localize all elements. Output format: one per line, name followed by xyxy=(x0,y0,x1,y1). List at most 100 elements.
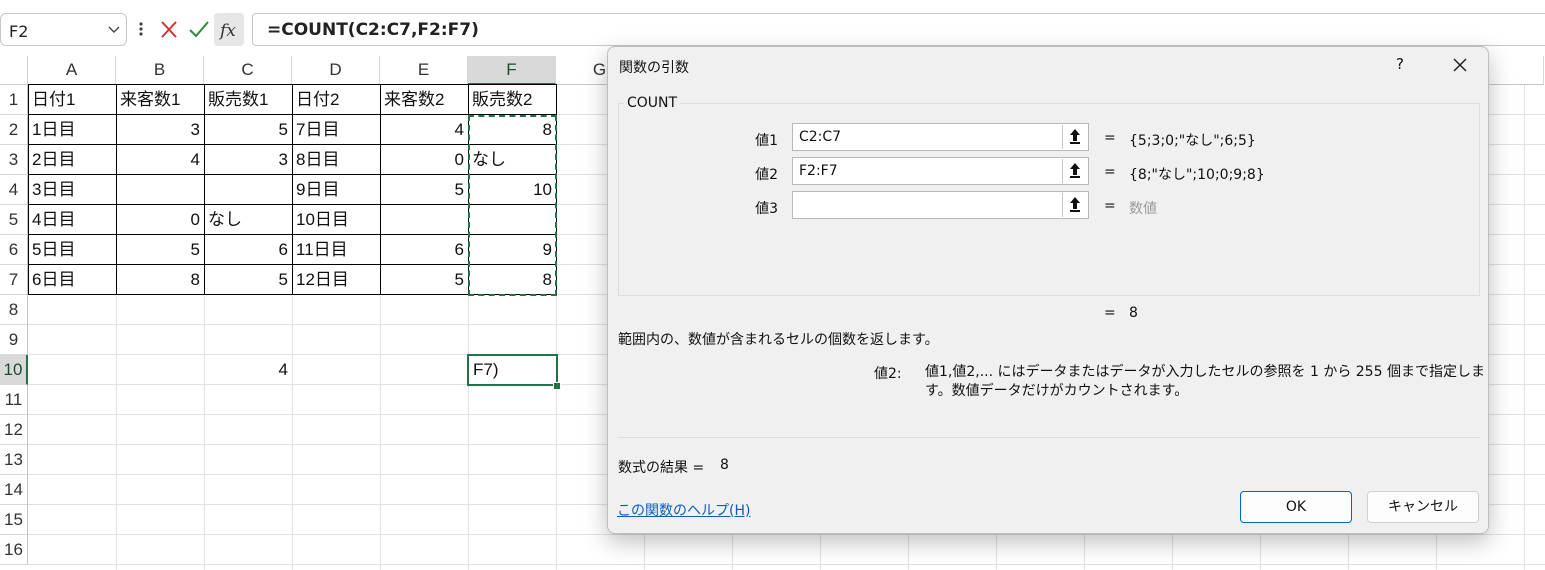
cell-a3[interactable]: 2日目 xyxy=(28,145,116,175)
row-header-1[interactable]: 1 xyxy=(0,85,28,115)
arg3-input[interactable] xyxy=(792,191,1089,219)
close-icon[interactable] xyxy=(1448,53,1472,77)
cell-c2[interactable]: 5 xyxy=(204,115,292,145)
row-header-14[interactable]: 14 xyxy=(0,475,28,505)
cell-b3[interactable]: 4 xyxy=(116,145,204,175)
cell-c1[interactable]: 販売数1 xyxy=(204,85,292,115)
cancel-entry-icon[interactable] xyxy=(154,13,184,46)
gridline xyxy=(28,534,1545,535)
cell-d2[interactable]: 7日目 xyxy=(292,115,380,145)
cell-d7[interactable]: 12日目 xyxy=(292,265,380,295)
arg2-input[interactable]: F2:F7 xyxy=(792,157,1089,185)
cell-d5[interactable]: 10日目 xyxy=(292,205,380,235)
cell-e1[interactable]: 来客数2 xyxy=(380,85,468,115)
divider xyxy=(618,437,1480,438)
cell-f5[interactable] xyxy=(468,205,556,235)
column-header-a[interactable]: A xyxy=(28,56,116,85)
chevron-down-icon[interactable] xyxy=(106,20,122,38)
row-header-13[interactable]: 13 xyxy=(0,445,28,475)
cell-e4[interactable]: 5 xyxy=(380,175,468,205)
cell-f1[interactable]: 販売数2 xyxy=(468,85,556,115)
arg3-collapse-button[interactable] xyxy=(1062,193,1087,217)
insert-function-button[interactable]: fx xyxy=(214,13,244,46)
cell-e7[interactable]: 5 xyxy=(380,265,468,295)
arg2-value: F2:F7 xyxy=(799,163,838,179)
arg2-equals: = xyxy=(1104,164,1116,180)
row-header-9[interactable]: 9 xyxy=(0,325,28,355)
row-header-15[interactable]: 15 xyxy=(0,505,28,535)
enter-check-icon[interactable] xyxy=(184,13,214,46)
column-header-b[interactable]: B xyxy=(116,56,204,85)
column-header-f[interactable]: F xyxy=(468,56,556,85)
row-header-7[interactable]: 7 xyxy=(0,265,28,295)
help-button[interactable]: ? xyxy=(1396,55,1404,73)
row-header-5[interactable]: 5 xyxy=(0,205,28,235)
arg1-collapse-button[interactable] xyxy=(1062,125,1087,149)
row-header-2[interactable]: 2 xyxy=(0,115,28,145)
row-header-6[interactable]: 6 xyxy=(0,235,28,265)
cell-d6[interactable]: 11日目 xyxy=(292,235,380,265)
row-header-16[interactable]: 16 xyxy=(0,535,28,565)
cell-e5[interactable] xyxy=(380,205,468,235)
cell-f4[interactable]: 10 xyxy=(468,175,556,205)
formula-bar: F2 fx =COUNT(C2:C7,F2:F7) xyxy=(0,0,1545,48)
table-border xyxy=(28,264,557,265)
fx-icon: fx xyxy=(218,21,236,41)
cell-c7[interactable]: 5 xyxy=(204,265,292,295)
function-help-link[interactable]: この関数のヘルプ(H) xyxy=(617,500,750,520)
cell-e2[interactable]: 4 xyxy=(380,115,468,145)
cell-e6[interactable]: 6 xyxy=(380,235,468,265)
row-header-11[interactable]: 11 xyxy=(0,385,28,415)
name-box[interactable]: F2 xyxy=(0,13,127,46)
cell-f7[interactable]: 8 xyxy=(468,265,556,295)
cell-c10[interactable]: 4 xyxy=(204,355,292,385)
cell-b4[interactable] xyxy=(116,175,204,205)
cell-c5[interactable]: なし xyxy=(204,205,292,235)
cell-b2[interactable]: 3 xyxy=(116,115,204,145)
row-header-10[interactable]: 10 xyxy=(0,355,28,385)
column-header-c[interactable]: C xyxy=(204,56,292,85)
row-header-3[interactable]: 3 xyxy=(0,145,28,175)
cell-b1[interactable]: 来客数1 xyxy=(116,85,204,115)
collapse-dialog-icon xyxy=(1070,163,1080,178)
cell-a5[interactable]: 4日目 xyxy=(28,205,116,235)
more-options-icon[interactable] xyxy=(136,16,146,42)
row-header-8[interactable]: 8 xyxy=(0,295,28,325)
arg2-label: 値2 xyxy=(755,167,778,183)
cell-d3[interactable]: 8日目 xyxy=(292,145,380,175)
cell-a2[interactable]: 1日目 xyxy=(28,115,116,145)
cell-a7[interactable]: 6日目 xyxy=(28,265,116,295)
formula-input[interactable]: =COUNT(C2:C7,F2:F7) xyxy=(252,13,1545,46)
cell-a6[interactable]: 5日目 xyxy=(28,235,116,265)
select-all-corner[interactable] xyxy=(0,56,28,85)
arg3-equals: = xyxy=(1104,198,1116,214)
cell-f3[interactable]: なし xyxy=(468,145,556,175)
arg1-input[interactable]: C2:C7 xyxy=(792,123,1089,151)
row-header-12[interactable]: 12 xyxy=(0,415,28,445)
gridline xyxy=(28,564,1545,565)
cell-e3[interactable]: 0 xyxy=(380,145,468,175)
cell-b7[interactable]: 8 xyxy=(116,265,204,295)
fill-handle[interactable] xyxy=(553,382,561,390)
column-header-e[interactable]: E xyxy=(380,56,468,85)
column-header-d[interactable]: D xyxy=(292,56,380,85)
cell-a4[interactable]: 3日目 xyxy=(28,175,116,205)
cell-f2[interactable]: 8 xyxy=(468,115,556,145)
cell-f6[interactable]: 9 xyxy=(468,235,556,265)
cell-b6[interactable]: 5 xyxy=(116,235,204,265)
active-cell-f10[interactable]: F7) xyxy=(467,354,558,386)
cell-c3[interactable]: 3 xyxy=(204,145,292,175)
cell-a1[interactable]: 日付1 xyxy=(28,85,116,115)
cell-c4[interactable] xyxy=(204,175,292,205)
function-description: 範囲内の、数値が含まれるセルの個数を返します。 xyxy=(618,332,939,348)
row-header-4[interactable]: 4 xyxy=(0,175,28,205)
arg2-collapse-button[interactable] xyxy=(1062,159,1087,183)
cell-d1[interactable]: 日付2 xyxy=(292,85,380,115)
arg1-result: {5;3;0;"なし";6;5} xyxy=(1129,133,1256,149)
cancel-button[interactable]: キャンセル xyxy=(1367,491,1479,523)
cell-b5[interactable]: 0 xyxy=(116,205,204,235)
table-border xyxy=(28,174,557,175)
ok-button[interactable]: OK xyxy=(1240,491,1352,523)
cell-c6[interactable]: 6 xyxy=(204,235,292,265)
cell-d4[interactable]: 9日目 xyxy=(292,175,380,205)
